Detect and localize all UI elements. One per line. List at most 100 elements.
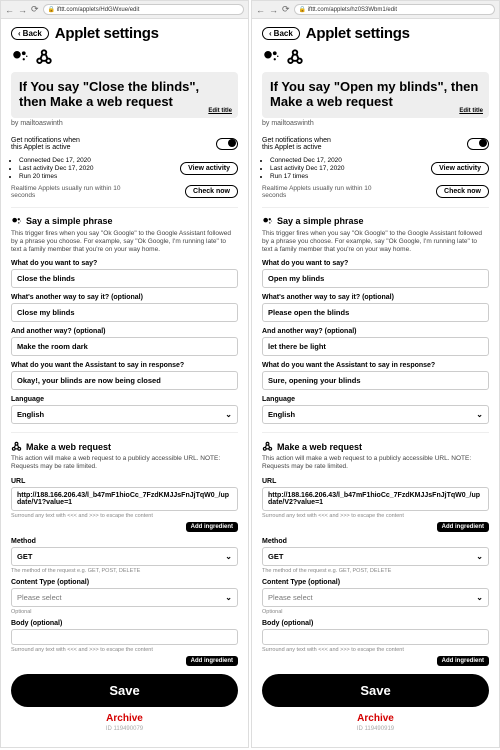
add-ingredient-button-2[interactable]: Add ingredient [186,656,238,666]
language-select[interactable]: English⌄ [11,405,238,424]
check-now-button[interactable]: Check now [436,185,489,198]
response-input[interactable]: Okay!, your blinds are now being closed [11,371,238,390]
nav-fwd-icon[interactable]: → [269,5,278,15]
web-header: Make a web request [277,442,362,452]
q1-label: What do you want to say? [262,260,489,267]
save-button[interactable]: Save [11,674,238,707]
back-button[interactable]: ‹ Back [262,27,300,40]
pane-close-blinds: ← → ⟳ 🔒 ifttt.com/applets/HdGWxue/edit ‹… [0,0,249,748]
say-input-3[interactable]: Make the room dark [11,337,238,356]
browser-bar: ← → ⟳ 🔒 ifttt.com/applets/HdGWxue/edit [1,1,248,19]
say-input-1[interactable]: Open my blinds [262,269,489,288]
web-header: Make a web request [26,442,111,452]
applet-title: If You say "Close the blinds", then Make… [19,80,230,110]
notif-label: Get notifications when this Applet is ac… [11,137,80,151]
language-label: Language [11,396,238,403]
byline: by mailtoaswinth [11,120,238,127]
view-activity-button[interactable]: View activity [180,162,238,175]
browser-bar: ← → ⟳ 🔒 ifttt.com/applets/hz0S3Wbm1/edit [252,1,499,19]
nav-reload-icon[interactable]: ⟳ [282,4,290,15]
pane-open-blinds: ← → ⟳ 🔒 ifttt.com/applets/hz0S3Wbm1/edit… [251,0,500,748]
phrase-desc: This trigger fires when you say "Ok Goog… [11,230,238,254]
response-input[interactable]: Sure, opening your blinds [262,371,489,390]
url-bar[interactable]: 🔒 ifttt.com/applets/hz0S3Wbm1/edit [294,4,495,15]
escape-help-2: Surround any text with <<< and >>> to es… [11,647,238,653]
escape-help-2: Surround any text with <<< and >>> to es… [262,647,489,653]
phrase-header: Say a simple phrase [277,216,364,226]
assistant-icon [11,216,22,227]
view-activity-button[interactable]: View activity [431,162,489,175]
method-select[interactable]: GET⌄ [11,547,238,566]
notif-toggle[interactable] [216,138,238,150]
optional-help: Optional [262,609,489,615]
add-ingredient-button[interactable]: Add ingredient [437,522,489,532]
body-input[interactable] [11,629,238,645]
say-input-2[interactable]: Close my blinds [11,303,238,322]
save-button[interactable]: Save [262,674,489,707]
language-select[interactable]: English⌄ [262,405,489,424]
edit-title-link[interactable]: Edit title [459,108,483,114]
content-type-select[interactable]: Please select⌄ [262,588,489,607]
archive-link[interactable]: Archive [262,713,489,724]
nav-fwd-icon[interactable]: → [18,5,27,15]
q4-label: What do you want the Assistant to say in… [262,362,489,369]
service-icons [11,48,238,66]
phrase-header: Say a simple phrase [26,216,113,226]
q2-label: What's another way to say it? (optional) [11,294,238,301]
edit-title-link[interactable]: Edit title [208,108,232,114]
page-title: Applet settings [55,25,159,42]
url-label: URL [262,478,489,485]
assistant-icon [262,216,273,227]
chevron-down-icon: ⌄ [476,410,483,419]
say-input-3[interactable]: let there be light [262,337,489,356]
say-input-1[interactable]: Close the blinds [11,269,238,288]
nav-reload-icon[interactable]: ⟳ [31,4,39,15]
add-ingredient-button[interactable]: Add ingredient [186,522,238,532]
notif-toggle[interactable] [467,138,489,150]
phrase-desc: This trigger fires when you say "Ok Goog… [262,230,489,254]
body-label: Body (optional) [262,620,489,627]
service-icons [262,48,489,66]
title-card: If You say "Close the blinds", then Make… [11,72,238,118]
nav-back-icon[interactable]: ← [5,5,14,15]
applet-title: If You say "Open my blinds", then Make a… [270,80,481,110]
url-label: URL [11,478,238,485]
chevron-down-icon: ⌄ [476,593,483,602]
method-select[interactable]: GET⌄ [262,547,489,566]
escape-help: Surround any text with <<< and >>> to es… [11,513,238,519]
web-desc: This action will make a web request to a… [11,455,238,471]
url-input[interactable]: http://188.166.206.43/l_b47mF1hioCc_7Fzd… [11,487,238,511]
add-ingredient-button-2[interactable]: Add ingredient [437,656,489,666]
realtime-note: Realtime Applets usually run within 10 s… [262,185,392,199]
back-button[interactable]: ‹ Back [11,27,49,40]
realtime-note: Realtime Applets usually run within 10 s… [11,185,141,199]
meta-list: Connected Dec 17, 2020Last activity Dec … [11,157,93,181]
content-type-select[interactable]: Please select⌄ [11,588,238,607]
webhooks-icon [11,441,22,452]
title-card: If You say "Open my blinds", then Make a… [262,72,489,118]
applet-id: ID 119490919 [262,726,489,732]
webhooks-icon [35,48,53,66]
url-input[interactable]: http://188.166.206.43/l_b47mF1hioCc_7Fzd… [262,487,489,511]
q3-label: And another way? (optional) [262,328,489,335]
url-bar[interactable]: 🔒 ifttt.com/applets/HdGWxue/edit [43,4,244,15]
assistant-icon [11,48,29,66]
say-input-2[interactable]: Please open the blinds [262,303,489,322]
notif-label: Get notifications when this Applet is ac… [262,137,331,151]
q4-label: What do you want the Assistant to say in… [11,362,238,369]
q2-label: What's another way to say it? (optional) [262,294,489,301]
method-help: The method of the request e.g. GET, POST… [262,568,489,574]
nav-back-icon[interactable]: ← [256,5,265,15]
ct-label: Content Type (optional) [11,579,238,586]
ct-label: Content Type (optional) [262,579,489,586]
archive-link[interactable]: Archive [11,713,238,724]
body-input[interactable] [262,629,489,645]
q1-label: What do you want to say? [11,260,238,267]
check-now-button[interactable]: Check now [185,185,238,198]
method-label: Method [262,538,489,545]
optional-help: Optional [11,609,238,615]
applet-id: ID 119490079 [11,726,238,732]
method-help: The method of the request e.g. GET, POST… [11,568,238,574]
byline: by mailtoaswinth [262,120,489,127]
web-desc: This action will make a web request to a… [262,455,489,471]
